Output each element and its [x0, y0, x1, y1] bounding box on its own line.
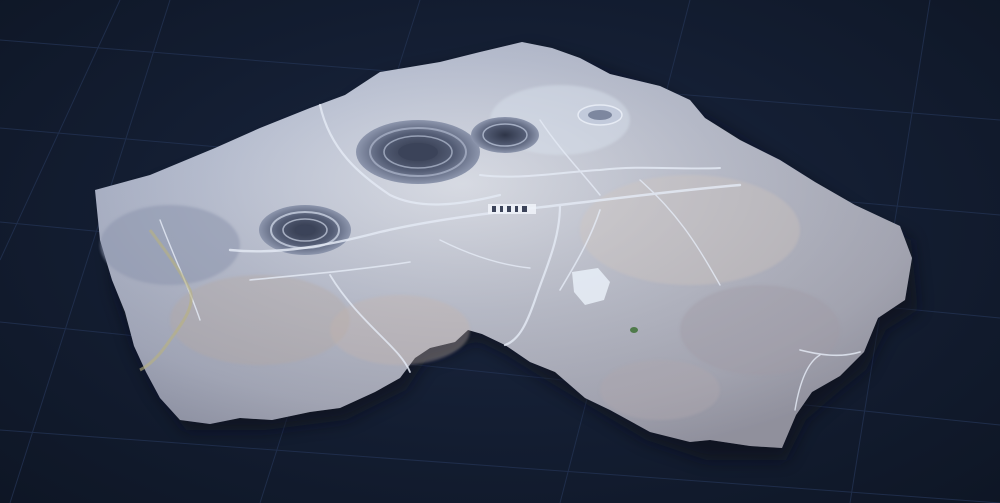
plant-facility[interactable]: [488, 204, 536, 214]
terrain-scene: [0, 0, 1000, 503]
open-pit-northeast[interactable]: [471, 117, 539, 153]
3d-viewport[interactable]: [0, 0, 1000, 503]
open-pit-far-north[interactable]: [577, 104, 623, 126]
water-pond: [630, 327, 638, 333]
open-pit-north[interactable]: [356, 120, 480, 184]
